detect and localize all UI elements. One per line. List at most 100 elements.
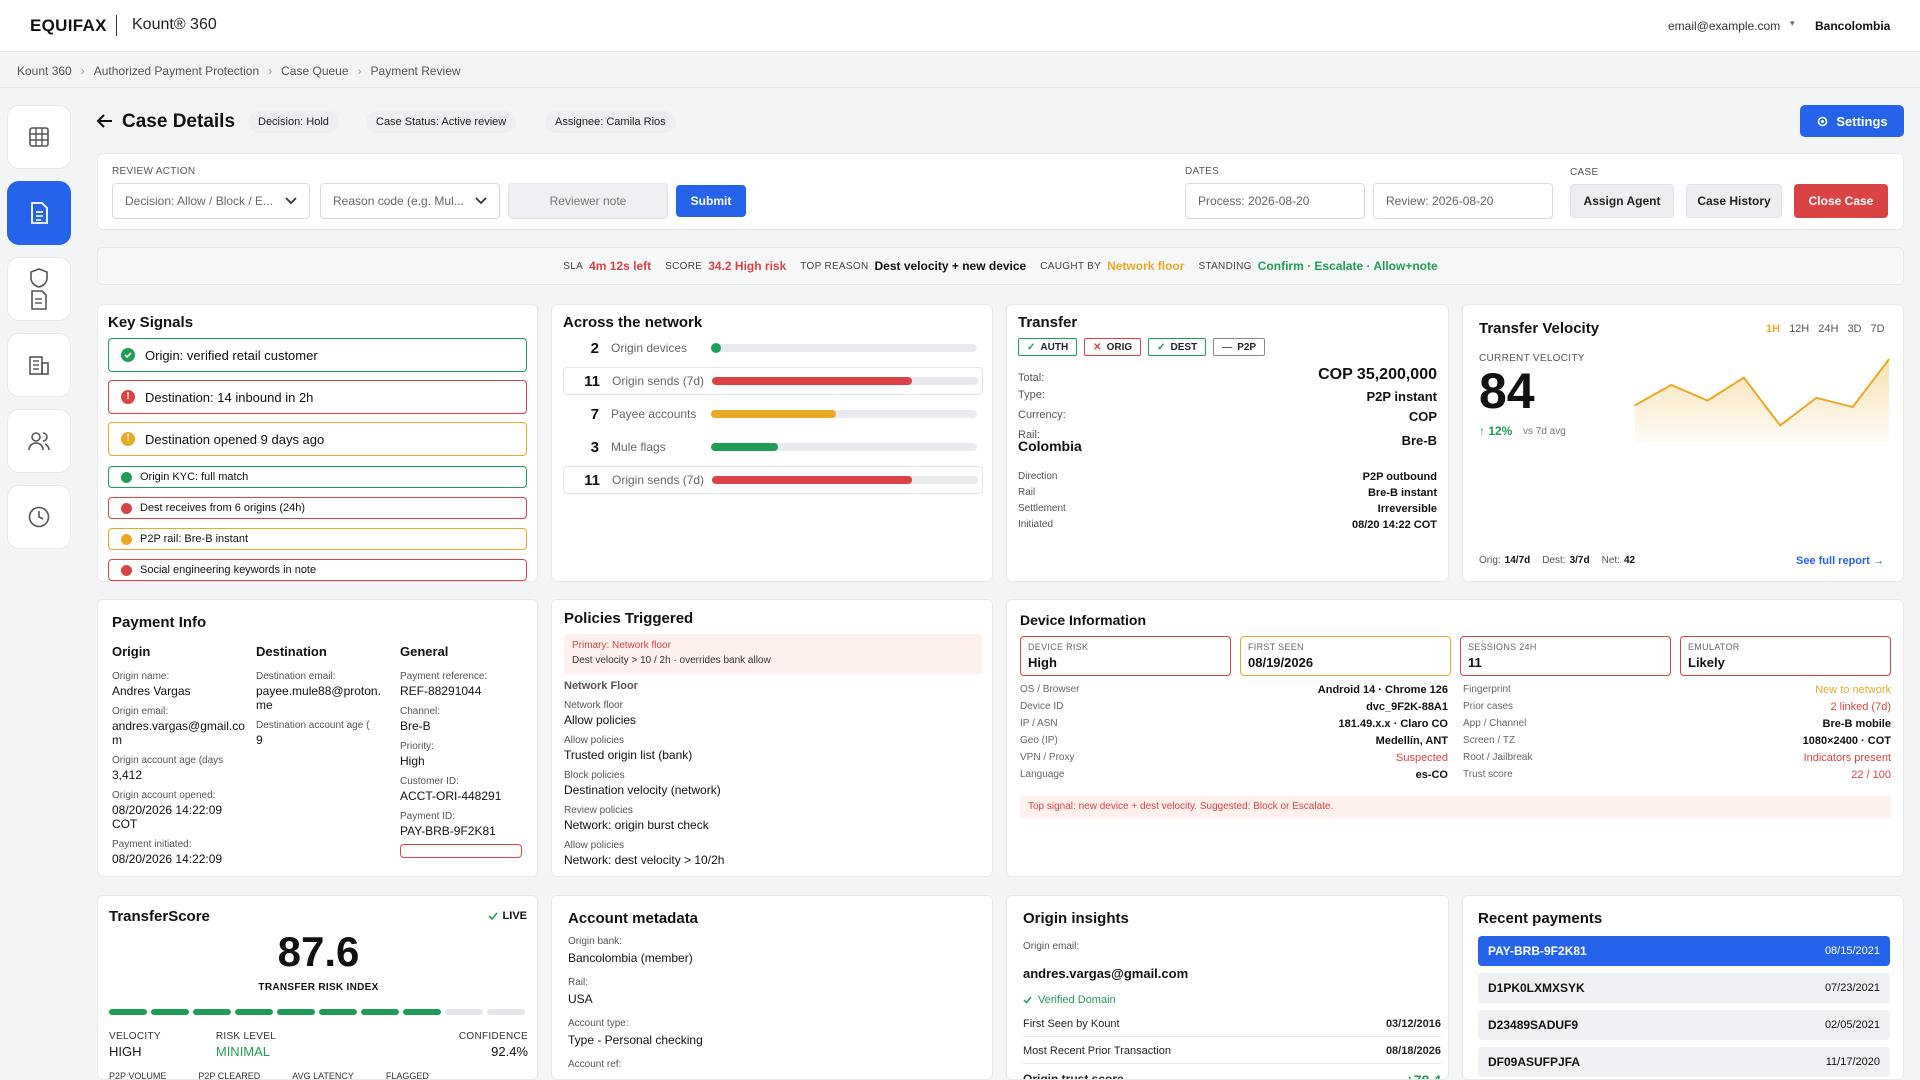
device-detail-value: Bre-B mobile <box>1822 718 1891 730</box>
network-label: Mule flags <box>611 440 666 454</box>
signal-item[interactable]: Origin KYC: full match <box>108 466 527 488</box>
payment-row[interactable]: DF09ASUFPJFA 11/17/2020 <box>1478 1047 1890 1077</box>
range-tab-7d[interactable]: 7D <box>1871 323 1885 335</box>
stat-value: MINIMAL <box>215 1044 271 1059</box>
score-segment <box>403 1009 441 1015</box>
signal-item[interactable]: Social engineering keywords in note <box>108 559 527 581</box>
tenant-name[interactable]: Bancolombia <box>1815 19 1890 33</box>
transfer-tags: ✓ AUTH ✕ ORIG ✓ DEST — P2P <box>1018 338 1266 356</box>
payment-row[interactable]: PAY-BRB-9F2K81 08/15/2021 <box>1478 936 1890 966</box>
product-name: Kount® 360 <box>132 16 217 33</box>
score-segment <box>235 1009 273 1015</box>
network-bar-fill <box>712 476 912 484</box>
network-title: Across the network <box>563 314 703 331</box>
network-count: 2 <box>590 339 599 357</box>
p2p-tag: — P2P <box>1213 338 1266 356</box>
chevron-down-icon <box>285 197 297 205</box>
network-bar-track <box>711 443 977 451</box>
signal-item[interactable]: Dest receives from 6 origins (24h) <box>108 497 527 519</box>
field-value: PAY-BRB-9F2K81 <box>400 824 496 838</box>
breadcrumb: Kount 360 › Authorized Payment Protection… <box>0 52 1920 88</box>
user-menu-caret-icon[interactable]: ▾ <box>1790 18 1795 29</box>
signal-text: Destination: 14 inbound in 2h <box>145 389 314 405</box>
transfer-details: Direction P2P outbound Rail Bre-B instant … <box>1018 471 1437 531</box>
detail-key: Rail <box>1018 487 1036 498</box>
dest-key: Dest: <box>1542 555 1566 566</box>
score-segment <box>151 1009 189 1015</box>
device-detail-value: 22 / 100 <box>1851 769 1891 781</box>
column-header: General <box>400 644 449 659</box>
breadcrumb-separator-icon: › <box>357 64 362 78</box>
box-value: Likely <box>1688 655 1725 670</box>
breadcrumb-item[interactable]: Authorized Payment Protection <box>94 64 259 87</box>
policy-value: Network: origin burst check <box>564 818 709 832</box>
box-key: SESSIONS 24H <box>1468 642 1537 652</box>
signal-item[interactable]: Origin: verified retail customer <box>108 338 527 372</box>
breadcrumb-item-current: Payment Review <box>370 64 461 78</box>
field-value: 3,412 <box>112 768 143 782</box>
standing-key: STANDING <box>1198 260 1252 272</box>
sidebar-item-history[interactable] <box>7 485 71 549</box>
signal-item[interactable]: ! Destination: 14 inbound in 2h <box>108 380 527 414</box>
sidebar-item-policies[interactable] <box>7 257 71 321</box>
back-arrow-icon[interactable] <box>96 112 114 130</box>
meta-value: Type - Personal checking <box>568 1033 703 1047</box>
network-count: 7 <box>590 405 599 423</box>
transfer-title: Transfer <box>1018 314 1078 331</box>
type-key: Type: <box>1018 389 1045 401</box>
settings-button[interactable]: Settings <box>1800 105 1904 137</box>
range-tab-12h[interactable]: 12H <box>1789 323 1809 335</box>
footer-label: P2P VOLUME <box>109 1071 167 1080</box>
process-date-field[interactable]: Process: 2026-08-20 <box>1185 183 1365 219</box>
policy-key: Allow policies <box>564 840 625 851</box>
range-tab-1h[interactable]: 1H <box>1766 323 1780 335</box>
reason-code-select[interactable]: Reason code (e.g. Mul... <box>320 183 500 219</box>
submit-button[interactable]: Submit <box>676 185 746 217</box>
insight-row: Origin trust score +78.4 <box>1023 1072 1441 1079</box>
decision-select[interactable]: Decision: Allow / Block / E... <box>112 183 310 219</box>
payment-row[interactable]: D1PK0LXMXSYK 07/23/2021 <box>1478 973 1890 1003</box>
action-button-partial[interactable] <box>400 844 522 858</box>
footer-label: FLAGGED <box>385 1071 429 1080</box>
breadcrumb-item[interactable]: Kount 360 <box>17 64 72 87</box>
range-tab-24h[interactable]: 24H <box>1818 323 1838 335</box>
payment-date: 07/23/2021 <box>1824 982 1880 994</box>
box-key: DEVICE RISK <box>1028 642 1089 652</box>
currency-value: COP <box>1408 409 1437 424</box>
reviewer-note-input[interactable]: Reviewer note <box>508 183 668 219</box>
network-count: 3 <box>590 438 599 456</box>
see-full-report-link[interactable]: See full report → <box>1796 555 1884 567</box>
sidebar-item-users[interactable] <box>7 409 71 473</box>
general-column: General Payment reference: REF-88291044 … <box>400 644 530 858</box>
review-date-field[interactable]: Review: 2026-08-20 <box>1373 183 1553 219</box>
signal-item[interactable]: P2P rail: Bre-B instant <box>108 528 527 550</box>
case-history-button[interactable]: Case History <box>1686 184 1782 218</box>
sidebar-item-cases[interactable] <box>7 181 71 245</box>
range-tab-3d[interactable]: 3D <box>1847 323 1861 335</box>
sidebar-item-institutions[interactable] <box>7 333 71 397</box>
assign-agent-button[interactable]: Assign Agent <box>1570 184 1674 218</box>
close-case-button[interactable]: Close Case <box>1794 184 1888 218</box>
brand-logo[interactable]: EQUIFAX <box>30 16 107 36</box>
device-detail-row: IP / ASN 181.49.x.x · Claro CO <box>1020 718 1448 730</box>
network-label: Payee accounts <box>611 407 697 421</box>
destination-column: Destination Destination email: payee.mul… <box>256 644 381 747</box>
payment-row[interactable]: D23489SADUF9 02/05/2021 <box>1478 1010 1890 1040</box>
network-label: Origin sends (7d) <box>612 374 705 388</box>
network-bar-track <box>711 410 977 418</box>
users-icon <box>28 432 50 451</box>
decision-chip: Decision: Hold <box>248 111 339 133</box>
country-value: Colombia <box>1018 438 1082 454</box>
sidebar-item-dashboard[interactable] <box>7 105 71 169</box>
signal-item[interactable]: ! Destination opened 9 days ago <box>108 422 527 456</box>
policy-key: Review policies <box>564 805 633 816</box>
insight-row: Most Recent Prior Transaction 08/18/2026 <box>1023 1045 1441 1064</box>
stat-key: VELOCITY <box>109 1031 161 1042</box>
device-detail-value: Indicators present <box>1803 752 1891 764</box>
stat-key: CONFIDENCE <box>458 1031 528 1042</box>
stat-value: 92.4% <box>491 1044 528 1059</box>
device-detail-row: Fingerprint New to network <box>1463 684 1891 696</box>
tag-label: AUTH <box>1040 341 1069 353</box>
user-email[interactable]: email@example.com <box>1668 19 1780 33</box>
breadcrumb-item[interactable]: Case Queue <box>281 64 348 87</box>
